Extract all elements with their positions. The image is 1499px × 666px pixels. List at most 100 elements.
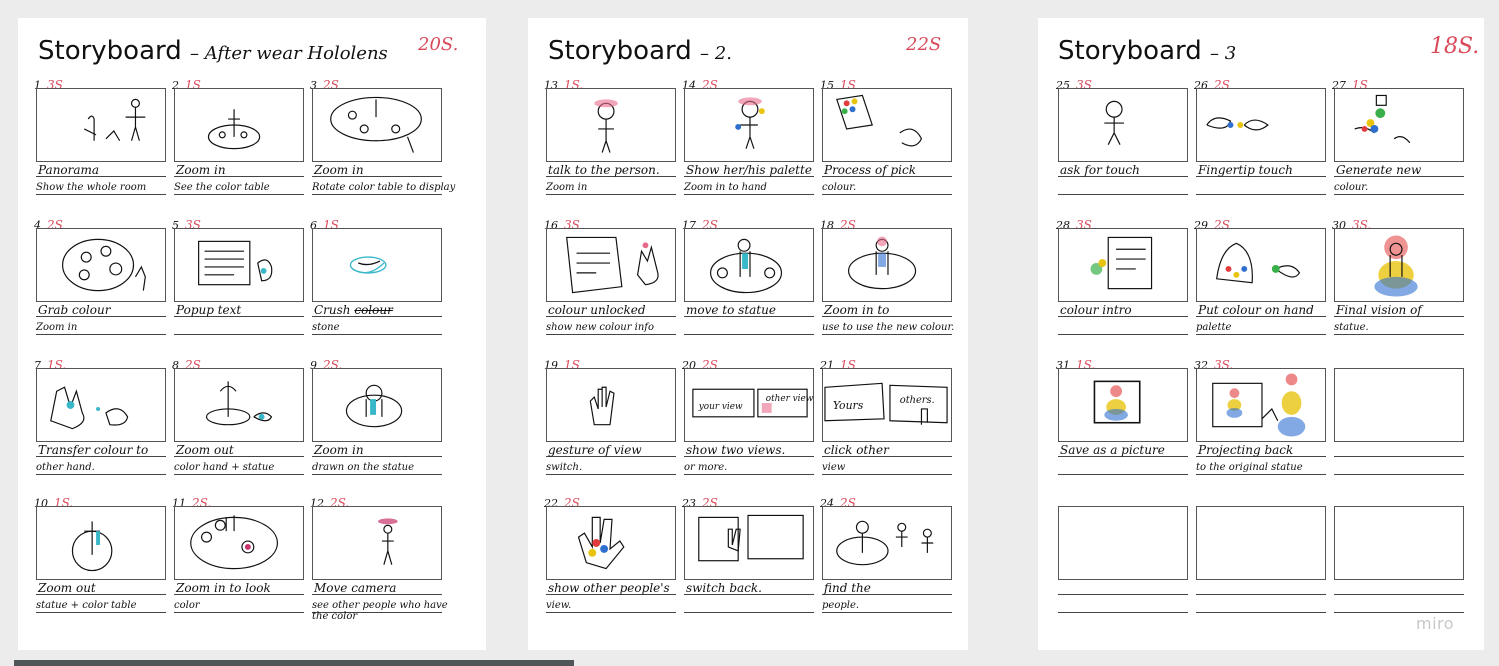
frame-note: color hand + statue: [174, 462, 275, 473]
sketch-panel: your view other view: [684, 368, 814, 442]
sheet-title: Storyboard – 3: [1058, 36, 1237, 66]
sketch-panel: [546, 88, 676, 162]
sketch-drawing: [71, 521, 113, 572]
sketch-panel: [822, 228, 952, 302]
caption-line: [312, 194, 442, 195]
sketch-drawing: [848, 236, 917, 290]
caption-line: [1196, 194, 1326, 195]
storyboard-sheet-3: Storyboard – 3 18S. 25 3S ask for touch 26 2…: [1038, 18, 1484, 650]
frame-note: or more.: [684, 462, 728, 473]
frame-caption: gesture of view: [548, 443, 642, 457]
sketch-drawing: [566, 236, 659, 294]
sketch-panel: [1334, 228, 1464, 302]
sketch-panel: [1334, 368, 1464, 442]
frame-caption: Zoom in: [314, 163, 364, 177]
frame-note: people.: [822, 600, 860, 611]
sketch-panel: [684, 228, 814, 302]
sketch-drawing: [1212, 373, 1306, 437]
frame-caption: show other people's: [548, 581, 670, 595]
frame-caption: colour intro: [1060, 303, 1132, 317]
caption-line: [36, 334, 166, 335]
sketch-drawing: [198, 240, 273, 286]
sketch-panel: [546, 228, 676, 302]
frame-caption: Process of pick: [824, 163, 916, 177]
sketch-drawing: [710, 238, 783, 294]
caption-line: [1196, 612, 1326, 613]
frame-caption: Zoom in to look: [176, 581, 271, 595]
frame-note: See the color table: [174, 182, 270, 193]
caption-line: [684, 612, 814, 613]
frame-note: to the original statue: [1196, 462, 1303, 473]
sketch-panel: [312, 506, 442, 580]
sketch-panel: [822, 88, 952, 162]
sketch-drawing: Yours others.: [824, 382, 948, 425]
sketch-drawing: [377, 518, 398, 565]
caption-line: [822, 474, 952, 475]
frame-caption: Panorama: [38, 163, 100, 177]
sketch-panel: [546, 368, 676, 442]
sheet-title: Storyboard – 2.: [548, 36, 732, 66]
frame-note: color: [174, 600, 200, 611]
sketch-panel: [312, 228, 442, 302]
sketch-drawing: [698, 514, 804, 562]
frame-caption: Zoom in to: [824, 303, 890, 317]
caption-line: [36, 474, 166, 475]
frame-caption: click other: [824, 443, 889, 457]
caption-line: [684, 334, 814, 335]
sketch-drawing: [836, 94, 923, 147]
frame-note: Zoom in: [36, 322, 78, 333]
frame-caption: Zoom in: [176, 163, 226, 177]
struck-word: colour: [354, 303, 393, 317]
sketch-drawing: [330, 96, 422, 153]
frame-note: colour.: [1334, 182, 1369, 193]
frame-caption: Projecting back: [1198, 443, 1294, 457]
caption-line: [1334, 474, 1464, 475]
sketch-panel: [1058, 506, 1188, 580]
sheet-subtitle: – 2.: [700, 43, 732, 64]
frame-note: Zoom in to hand: [684, 182, 767, 193]
caption-line: [546, 194, 676, 195]
caption-line: [174, 194, 304, 195]
caption-line: [1196, 334, 1326, 335]
sketch-panel: [174, 228, 304, 302]
sketch-drawing: [190, 515, 278, 570]
frame-caption: move to statue: [686, 303, 776, 317]
frame-note: statue.: [1334, 322, 1369, 333]
sketch-panel: [822, 506, 952, 580]
sketch-drawing: [345, 384, 403, 428]
sheet-subtitle: – 3: [1210, 43, 1237, 64]
frame-caption: ask for touch: [1060, 163, 1140, 177]
frame-note: show new colour info: [546, 322, 655, 333]
horizontal-scrollbar[interactable]: [14, 660, 574, 666]
sketch-panel: [36, 506, 166, 580]
svg-text:your view: your view: [698, 402, 743, 412]
frame-caption: Move camera: [314, 581, 397, 595]
frame-caption: Final vision of: [1336, 303, 1422, 317]
caption-line: [312, 334, 442, 335]
caption-line: [684, 474, 814, 475]
caption-line: [546, 474, 676, 475]
sketch-panel: [1196, 506, 1326, 580]
sheet-total-time: 20S.: [418, 34, 459, 55]
sketch-drawing: your view other view: [692, 388, 813, 418]
frame-note: see other people who have the color: [312, 600, 448, 622]
sketch-drawing: [50, 386, 129, 430]
sketch-drawing: [1059, 507, 1187, 579]
caption-line: [1196, 594, 1326, 595]
frame-note: palette: [1196, 322, 1232, 333]
sketch-panel: [684, 88, 814, 162]
caption-line: [1058, 594, 1188, 595]
caption-line: [1334, 594, 1464, 595]
sketch-panel: [1196, 88, 1326, 162]
sketch-drawing: [205, 381, 273, 426]
frame-caption: Grab colour: [38, 303, 111, 317]
frame-caption: Save as a picture: [1060, 443, 1165, 457]
caption-line: [1058, 194, 1188, 195]
frame-note: Zoom in: [546, 182, 588, 193]
sketch-panel: [1196, 368, 1326, 442]
sketch-drawing: [1197, 507, 1325, 579]
sketch-panel: [684, 506, 814, 580]
sketch-panel: [312, 368, 442, 442]
sketch-panel: [1334, 506, 1464, 580]
sketch-panel: [36, 368, 166, 442]
